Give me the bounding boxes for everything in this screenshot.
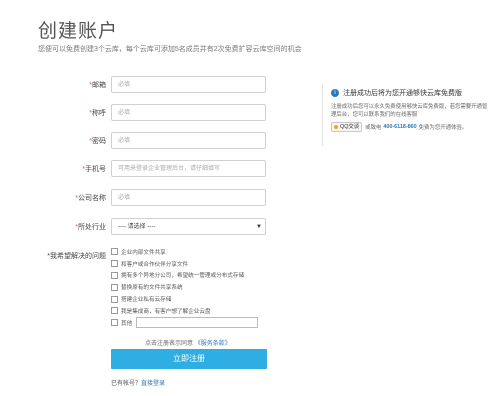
register-button[interactable]: 立即注册 <box>111 349 267 369</box>
name-row: *称呼 必填 <box>0 104 270 123</box>
option-1[interactable]: 和客户或合作伙伴分享文件 <box>111 258 258 270</box>
terms-text: 点击注册表示同意 <box>145 341 194 347</box>
question-options: 企业内部文件共享 和客户或合作伙伴分享文件 拥有多个异地分公司，希望统一管理或分… <box>111 246 259 329</box>
checkbox[interactable] <box>111 271 118 279</box>
qq-chat-button[interactable]: QQ交谈 <box>331 122 363 132</box>
email-row: *邮箱 必填 <box>0 76 270 95</box>
info-panel: i 注册成功后将为您开通够快云库免费版 注册成功后您可以永久免费使用够快云库免费… <box>322 84 493 146</box>
option-5[interactable]: 我是集成商，有客户想了解企业云盘 <box>111 305 258 317</box>
phone-field[interactable]: 可用来登录企业管理后台，请仔细填写 <box>111 160 266 177</box>
info-icon: i <box>331 89 339 97</box>
checkbox[interactable] <box>111 283 118 291</box>
contact-tail: 免费为您开通体验。 <box>418 125 468 131</box>
option-label: 替换原有的文件共享系统 <box>121 285 183 292</box>
phone-row: *手机号 可用来登录企业管理后台，请仔细填写 <box>0 160 270 179</box>
phone-label: *手机号 <box>82 166 106 173</box>
name-field[interactable]: 必填 <box>111 104 266 121</box>
checkbox[interactable] <box>111 260 118 268</box>
option-4[interactable]: 搭建企业私有云存储 <box>111 293 258 305</box>
email-field[interactable]: 必填 <box>111 76 266 93</box>
option-label: 拥有多个异地分公司，希望统一管理或分布式存储 <box>121 273 245 280</box>
option-label: 搭建企业私有云存储 <box>121 297 172 304</box>
login-text: 已有帐号？ <box>111 381 142 387</box>
option-label: 我是集成商，有客户想了解企业云盘 <box>121 308 211 315</box>
checkbox[interactable] <box>111 319 118 327</box>
login-prompt: 已有帐号？直接登录 <box>111 378 165 387</box>
login-link[interactable]: 直接登录 <box>141 381 165 387</box>
industry-label: *所处行业 <box>75 224 106 231</box>
password-field[interactable]: 必填 <box>111 132 266 149</box>
qq-icon <box>334 125 338 129</box>
password-row: *密码 必填 <box>0 132 270 151</box>
checkbox[interactable] <box>111 307 118 315</box>
checkbox[interactable] <box>111 248 118 256</box>
password-label: *密码 <box>89 138 106 145</box>
contact-line: QQ交谈 或致电 400-6118-860 免费为您开通体验。 <box>331 122 467 132</box>
option-3[interactable]: 替换原有的文件共享系统 <box>111 281 258 293</box>
qq-label: QQ交谈 <box>340 124 360 130</box>
info-title-text: 注册成功后将为您开通够快云库免费版 <box>343 90 462 97</box>
industry-select[interactable]: ---- 请选择 ---- ▼ <box>111 218 266 235</box>
company-row: *公司名称 必填 <box>0 189 270 208</box>
phone-number: 400-6118-860 <box>383 124 417 130</box>
chevron-down-icon: ▼ <box>256 224 262 230</box>
option-label: 和客户或合作伙伴分享文件 <box>121 261 189 268</box>
company-label: *公司名称 <box>75 195 106 202</box>
other-input[interactable] <box>136 317 259 329</box>
option-label: 企业内部文件共享 <box>121 249 166 256</box>
company-field[interactable]: 必填 <box>111 189 266 206</box>
or-call-text: 或致电 <box>365 125 382 131</box>
option-0[interactable]: 企业内部文件共享 <box>111 246 258 258</box>
info-panel-text: 注册成功后您可以永久免费使用够快云库免费版，若您需要开通管理后台，您可以联系我们… <box>331 104 488 118</box>
option-2[interactable]: 拥有多个异地分公司，希望统一管理或分布式存储 <box>111 270 258 282</box>
option-label: 其他 <box>121 320 133 327</box>
industry-row: *所处行业 ---- 请选择 ---- ▼ <box>0 218 270 237</box>
industry-select-value: ---- 请选择 ---- <box>118 224 156 230</box>
name-label: *称呼 <box>89 110 106 117</box>
option-other[interactable]: 其他 <box>111 317 259 329</box>
info-panel-title: i 注册成功后将为您开通够快云库免费版 <box>331 88 462 98</box>
page-title: 创建账户 <box>38 21 119 42</box>
page-subtitle: 您便可以免费创建3个云库，每个云库可添加5名成员并有2次免费扩容云库空间的机会 <box>38 46 302 53</box>
checkbox[interactable] <box>111 295 118 303</box>
question-label: *我希望解决的问题 <box>47 253 106 260</box>
email-label: *邮箱 <box>89 82 106 89</box>
terms-agreement: 点击注册表示同意 《服务条款》 <box>145 338 231 347</box>
terms-link[interactable]: 《服务条款》 <box>195 341 231 347</box>
